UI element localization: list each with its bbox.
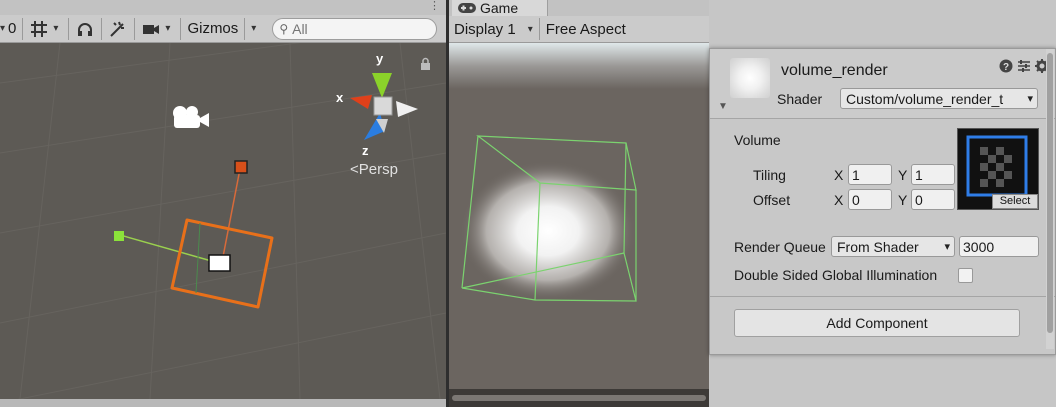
tiling-x-value: 1: [852, 166, 860, 183]
offset-y-label: Y: [898, 192, 908, 208]
header-icons: ?: [999, 59, 1049, 73]
chevron-down-icon: ▾: [944, 241, 950, 253]
more-menu-icon[interactable]: ⋮: [429, 1, 440, 12]
display-dropdown[interactable]: Display 1: [449, 21, 518, 38]
texture-select-button[interactable]: Select: [992, 194, 1038, 209]
material-inspector: ▼ volume_render ? Shader Custom/volume_r…: [709, 48, 1056, 355]
aspect-dropdown[interactable]: Free Aspect: [544, 21, 628, 38]
presets-icon[interactable]: [1017, 59, 1031, 73]
toolbar-divider: [101, 17, 103, 40]
game-tab-strip: Game: [449, 0, 709, 16]
camera-gizmo-icon[interactable]: [173, 106, 209, 128]
tiling-y-field[interactable]: 1: [911, 164, 955, 185]
search-icon: ⚲: [279, 21, 289, 36]
offset-x-label: X: [834, 192, 844, 208]
audio-icon[interactable]: [73, 18, 97, 40]
display-dropdown-arrow-icon[interactable]: ▾: [518, 24, 539, 35]
volume-texture-slot[interactable]: Select: [957, 128, 1039, 210]
scene-view[interactable]: ⋮ ▾ 0 ▾ ▾ Gizmos ▾ ⚲ All y x z <Persp: [0, 0, 446, 407]
scene-tab-strip: ⋮: [0, 0, 446, 15]
z-axis-label: z: [362, 143, 369, 158]
offset-x-value: 0: [852, 191, 860, 208]
camera-dropdown-arrow-icon[interactable]: ▾: [163, 23, 176, 34]
light-direction-line: [221, 168, 241, 263]
render-queue-dropdown[interactable]: From Shader ▾: [831, 236, 955, 257]
tiling-label: Tiling: [753, 167, 786, 183]
toolbar-divider: [22, 17, 24, 40]
tiling-x-field[interactable]: 1: [848, 164, 892, 185]
scene-search-box[interactable]: ⚲: [272, 17, 438, 40]
green-handle[interactable]: [114, 231, 124, 241]
scrollbar-thumb[interactable]: [1047, 53, 1053, 333]
x-axis-label: x: [336, 90, 344, 105]
offset-x-field[interactable]: 0: [848, 189, 892, 210]
camera-settings-icon[interactable]: [139, 18, 163, 40]
sky-horizon: [449, 43, 709, 89]
help-icon[interactable]: ?: [999, 59, 1013, 73]
tiling-y-label: Y: [898, 167, 908, 183]
game-horizontal-scrollbar[interactable]: [449, 389, 709, 407]
projection-label[interactable]: <Persp: [350, 161, 398, 178]
toolbar-divider: [244, 17, 246, 40]
y-axis-label: y: [376, 51, 384, 66]
gizmos-dropdown-arrow-icon[interactable]: ▾: [249, 23, 262, 34]
material-preview-thumbnail[interactable]: [730, 58, 770, 98]
double-sided-gi-label: Double Sided Global Illumination: [734, 267, 938, 283]
lock-icon[interactable]: [421, 57, 430, 71]
game-toolbar: Display 1 ▾ Free Aspect: [449, 16, 709, 43]
chevron-down-icon: ▾: [1027, 93, 1033, 105]
toolbar-divider: [180, 17, 182, 40]
effects-icon[interactable]: [106, 18, 130, 40]
render-queue-mode: From Shader: [837, 238, 919, 255]
render-queue-label: Render Queue: [734, 239, 826, 255]
game-tab-label: Game: [480, 0, 519, 16]
grid-icon[interactable]: [27, 18, 51, 40]
gizmos-button[interactable]: Gizmos: [185, 20, 240, 37]
volume-center-icon: [208, 254, 231, 272]
inspector-divider: [710, 296, 1055, 297]
light-gizmo-handle[interactable]: [234, 160, 248, 174]
game-viewport[interactable]: [449, 43, 709, 389]
grid-dropdown-arrow-icon[interactable]: ▾: [51, 23, 64, 34]
shader-dropdown[interactable]: Custom/volume_render_t ▾: [840, 88, 1038, 109]
scene-viewport[interactable]: y x z <Persp: [0, 43, 446, 399]
svg-text:?: ?: [1003, 62, 1009, 73]
scene-bottom-strip: [0, 399, 446, 407]
green-handle-line: [119, 234, 216, 263]
tiling-y-value: 1: [915, 166, 923, 183]
toolbar-divider: [134, 17, 136, 40]
gamepad-icon: [458, 3, 476, 13]
scene-grid: [0, 43, 446, 399]
tiling-x-label: X: [834, 167, 844, 183]
double-sided-gi-checkbox[interactable]: [958, 268, 973, 283]
toolbar-divider: [68, 17, 70, 40]
offset-y-value: 0: [915, 191, 923, 208]
foldout-arrow-icon[interactable]: ▼: [718, 101, 728, 112]
volume-cloud: [460, 161, 636, 301]
scene-toolbar-value: 0: [8, 20, 17, 37]
offset-y-field[interactable]: 0: [911, 189, 955, 210]
scene-toolbar: ▾ 0 ▾ ▾ Gizmos ▾ ⚲: [0, 15, 446, 43]
scene-search-input[interactable]: [292, 20, 413, 37]
tab-game[interactable]: Game: [452, 0, 548, 16]
volume-label: Volume: [734, 132, 781, 148]
scrollbar-thumb[interactable]: [452, 395, 706, 401]
game-view[interactable]: Game Display 1 ▾ Free Aspect: [449, 0, 709, 407]
center-cube[interactable]: [373, 96, 393, 116]
shader-value: Custom/volume_render_t: [846, 90, 1004, 107]
add-component-button[interactable]: Add Component: [734, 309, 1020, 337]
orientation-gizmo[interactable]: [350, 73, 418, 140]
material-name: volume_render: [781, 62, 888, 79]
inspector-scrollbar[interactable]: [1046, 49, 1054, 349]
offset-label: Offset: [753, 192, 791, 208]
render-queue-value: 3000: [963, 238, 995, 255]
inspector-header: ▼ volume_render ? Shader Custom/volume_r…: [710, 49, 1055, 119]
render-queue-field[interactable]: 3000: [959, 236, 1039, 257]
toolbar-divider: [538, 18, 540, 40]
shader-label: Shader: [777, 91, 823, 107]
